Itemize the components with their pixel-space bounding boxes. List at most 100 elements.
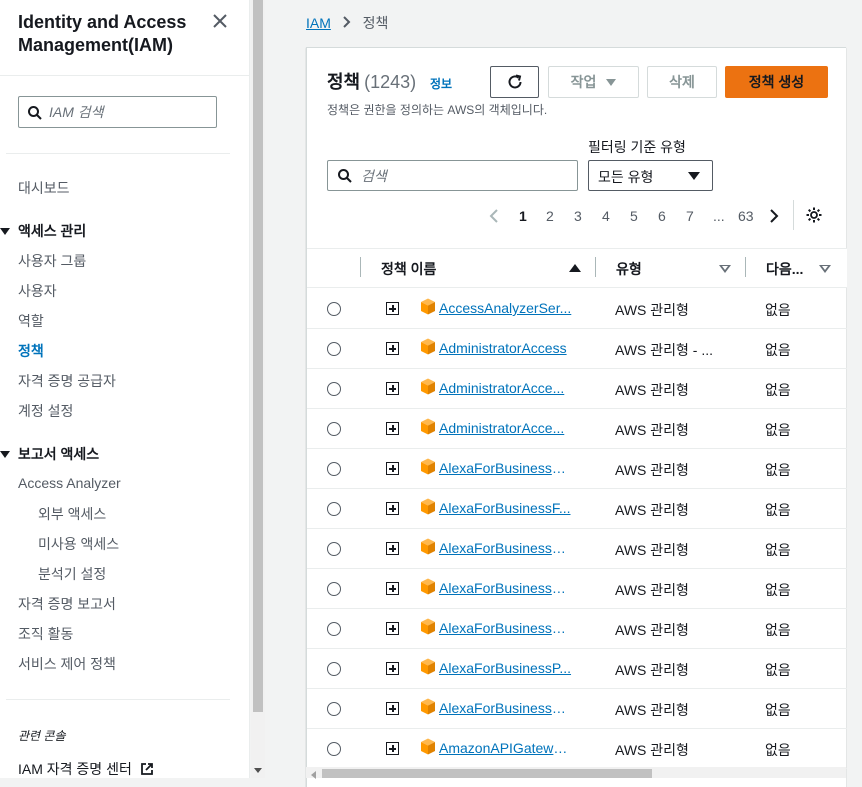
expand-icon[interactable] [386, 742, 399, 755]
expand-icon[interactable] [386, 502, 399, 515]
sidebar-search-input[interactable] [49, 103, 209, 121]
nav-user-groups[interactable]: 사용자 그룹 [18, 251, 86, 271]
refresh-button[interactable] [490, 66, 539, 98]
row-radio[interactable] [327, 302, 341, 316]
policy-name-link[interactable]: AmazonAPIGatewa... [439, 740, 572, 756]
row-radio[interactable] [327, 582, 341, 596]
column-next[interactable]: 다음... [766, 259, 803, 279]
policy-name-link[interactable]: AlexaForBusinessD... [439, 460, 572, 476]
row-radio[interactable] [327, 542, 341, 556]
scroll-down-arrow-icon[interactable] [254, 768, 262, 773]
page-4[interactable]: 4 [602, 208, 610, 224]
policy-name-link[interactable]: AlexaForBusinessP... [439, 660, 572, 676]
actions-button[interactable]: 작업 [548, 66, 639, 98]
page-1[interactable]: 1 [519, 208, 527, 224]
row-radio[interactable] [327, 702, 341, 716]
expand-icon[interactable] [386, 302, 399, 315]
table-row[interactable]: AdministratorAcce... AWS 관리형 없음 [307, 369, 847, 409]
expand-icon[interactable] [386, 382, 399, 395]
expand-icon[interactable] [386, 582, 399, 595]
page-3[interactable]: 3 [574, 208, 582, 224]
policy-name-link[interactable]: AdministratorAccess [439, 340, 572, 356]
table-row[interactable]: AlexaForBusinessD... AWS 관리형 없음 [307, 449, 847, 489]
policy-name-link[interactable]: AdministratorAcce... [439, 380, 572, 396]
nav-identity-providers[interactable]: 자격 증명 공급자 [18, 371, 116, 391]
sort-icon[interactable] [819, 265, 831, 273]
nav-unused-access[interactable]: 미사용 액세스 [38, 534, 119, 554]
policy-search[interactable] [327, 160, 578, 191]
table-row[interactable]: AlexaForBusinessP... AWS 관리형 없음 [307, 649, 847, 689]
nav-users[interactable]: 사용자 [18, 281, 57, 301]
close-icon[interactable] [210, 11, 230, 31]
gear-icon[interactable] [805, 206, 823, 224]
sidebar-scrollbar[interactable] [251, 0, 265, 778]
column-policy-name[interactable]: 정책 이름 [381, 259, 436, 279]
table-row[interactable]: AmazonAPIGatewa... AWS 관리형 없음 [307, 729, 847, 769]
page-6[interactable]: 6 [658, 208, 666, 224]
aws-managed-policy-icon [421, 378, 435, 395]
nav-analyzer-settings[interactable]: 분석기 설정 [38, 564, 106, 584]
table-row[interactable]: AdministratorAccess AWS 관리형 - ... 없음 [307, 329, 847, 369]
table-row[interactable]: AdministratorAcce... AWS 관리형 없음 [307, 409, 847, 449]
row-radio[interactable] [327, 742, 341, 756]
expand-icon[interactable] [386, 662, 399, 675]
row-radio[interactable] [327, 462, 341, 476]
expand-icon[interactable] [386, 462, 399, 475]
policy-name-link[interactable]: AdministratorAcce... [439, 420, 572, 436]
breadcrumb-iam[interactable]: IAM [306, 15, 331, 31]
nav-external-access[interactable]: 외부 액세스 [38, 504, 106, 524]
nav-section-access-management[interactable]: 액세스 관리 [0, 221, 86, 241]
policy-name-link[interactable]: AlexaForBusinessR... [439, 700, 572, 716]
table-row[interactable]: AlexaForBusinessG... AWS 관리형 없음 [307, 529, 847, 569]
expand-icon[interactable] [386, 622, 399, 635]
row-radio[interactable] [327, 662, 341, 676]
row-radio[interactable] [327, 342, 341, 356]
sort-icon[interactable] [719, 265, 731, 273]
expand-icon[interactable] [386, 422, 399, 435]
nav-access-analyzer[interactable]: Access Analyzer [18, 475, 121, 491]
nav-policies[interactable]: 정책 [18, 341, 44, 361]
policy-search-input[interactable] [361, 166, 561, 185]
chevron-left-icon[interactable] [489, 209, 499, 223]
info-link[interactable]: 정보 [430, 75, 452, 92]
identity-center-link[interactable]: IAM 자격 증명 센터 [18, 759, 154, 778]
row-radio[interactable] [327, 422, 341, 436]
table-row[interactable]: AccessAnalyzerSer... AWS 관리형 없음 [307, 289, 847, 329]
expand-icon[interactable] [386, 702, 399, 715]
table-row[interactable]: AlexaForBusinessR... AWS 관리형 없음 [307, 689, 847, 729]
sort-ascending-icon[interactable] [569, 264, 581, 272]
table-row[interactable]: AlexaForBusinessF... AWS 관리형 없음 [307, 489, 847, 529]
column-type[interactable]: 유형 [616, 259, 642, 279]
nav-service-control-policies[interactable]: 서비스 제어 정책 [18, 654, 116, 674]
chevron-right-icon[interactable] [769, 209, 779, 223]
nav-section-reports[interactable]: 보고서 액세스 [0, 444, 99, 464]
filter-type-select[interactable]: 모든 유형 [588, 160, 713, 191]
row-radio[interactable] [327, 382, 341, 396]
row-radio[interactable] [327, 502, 341, 516]
page-5[interactable]: 5 [630, 208, 638, 224]
table-horizontal-scrollbar[interactable] [306, 767, 846, 779]
scrollbar-thumb[interactable] [322, 769, 652, 778]
nav-roles[interactable]: 역할 [18, 311, 44, 331]
policy-name-link[interactable]: AlexaForBusinessLi... [439, 580, 572, 596]
table-row[interactable]: AlexaForBusinessN... AWS 관리형 없음 [307, 609, 847, 649]
nav-organization-activity[interactable]: 조직 활동 [18, 624, 73, 644]
page-7[interactable]: 7 [686, 208, 694, 224]
delete-button[interactable]: 삭제 [647, 66, 717, 98]
create-policy-button[interactable]: 정책 생성 [725, 66, 828, 98]
sidebar-search[interactable] [18, 96, 217, 128]
page-last[interactable]: 63 [738, 208, 754, 224]
nav-dashboard[interactable]: 대시보드 [18, 178, 70, 198]
nav-account-settings[interactable]: 계정 설정 [18, 401, 73, 421]
policy-name-link[interactable]: AlexaForBusinessN... [439, 620, 572, 636]
expand-icon[interactable] [386, 542, 399, 555]
table-row[interactable]: AlexaForBusinessLi... AWS 관리형 없음 [307, 569, 847, 609]
expand-icon[interactable] [386, 342, 399, 355]
row-radio[interactable] [327, 622, 341, 636]
nav-credential-report[interactable]: 자격 증명 보고서 [18, 594, 116, 614]
page-2[interactable]: 2 [546, 208, 554, 224]
policy-name-link[interactable]: AlexaForBusinessF... [439, 500, 572, 516]
policy-name-link[interactable]: AlexaForBusinessG... [439, 540, 572, 556]
scrollbar-thumb[interactable] [253, 0, 263, 712]
policy-name-link[interactable]: AccessAnalyzerSer... [439, 300, 572, 316]
